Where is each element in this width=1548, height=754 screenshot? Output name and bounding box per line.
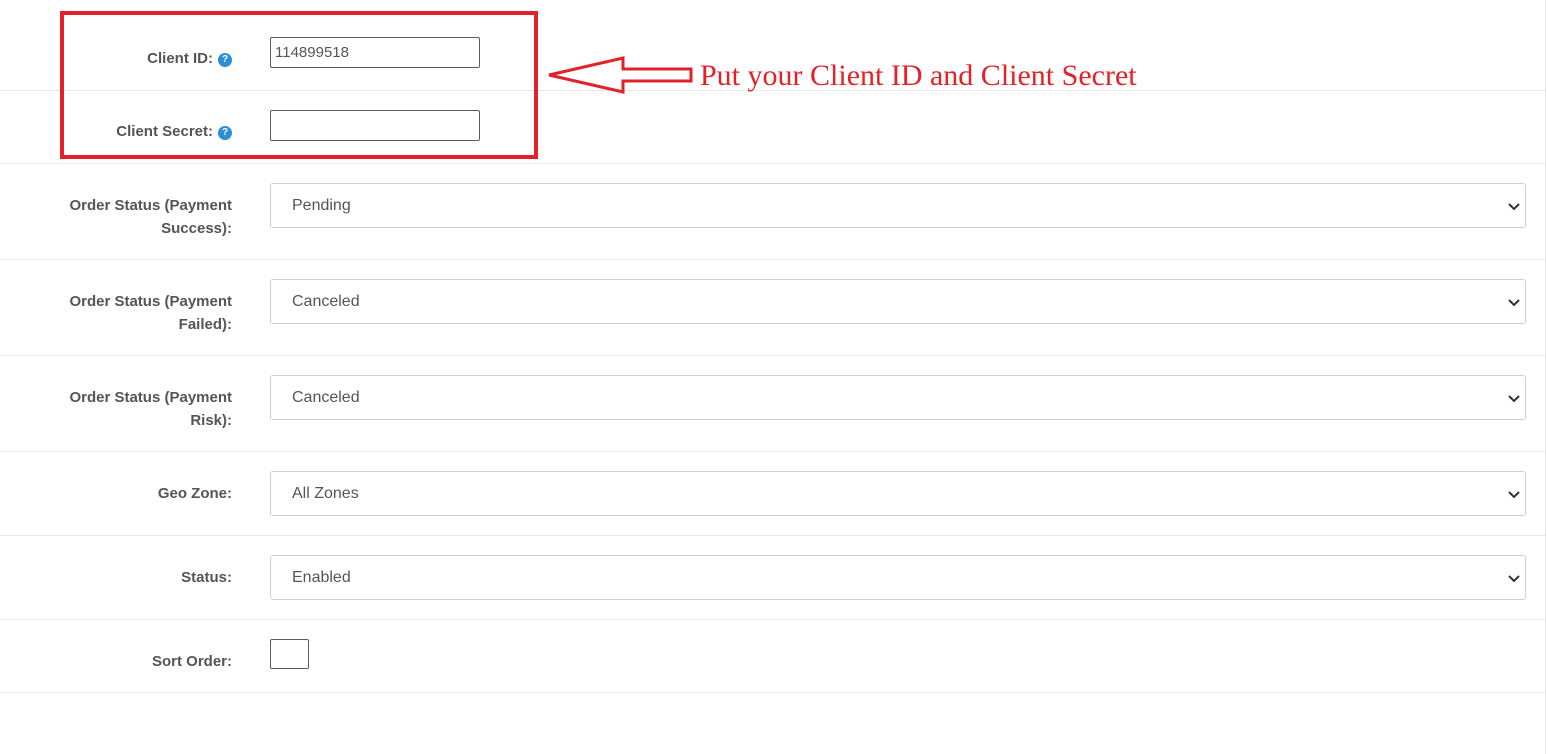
geo-zone-select[interactable]: All Zones	[270, 471, 1526, 516]
sort-order-label: Sort Order:	[151, 653, 232, 670]
order-status-failed-select[interactable]: Canceled	[270, 279, 1526, 324]
arrow-left-icon	[548, 56, 693, 94]
row-divider	[0, 451, 1545, 452]
row-divider	[0, 355, 1545, 356]
row-divider	[0, 692, 1545, 693]
order-status-success-select[interactable]: Pending	[270, 183, 1526, 228]
geo-zone-label: Geo Zone:	[157, 485, 232, 502]
chevron-down-icon	[1508, 299, 1520, 307]
chevron-down-icon	[1508, 575, 1520, 583]
order-status-failed-label: Order Status (Payment Failed):	[69, 293, 232, 333]
sort-order-input[interactable]	[270, 639, 309, 669]
order-status-risk-label: Order Status (Payment Risk):	[69, 389, 232, 429]
status-select[interactable]: Enabled	[270, 555, 1526, 600]
panel-right-border	[1545, 0, 1546, 754]
chevron-down-icon	[1508, 491, 1520, 499]
chevron-down-icon	[1508, 203, 1520, 211]
annotation-text: Put your Client ID and Client Secret	[700, 59, 1137, 92]
row-divider	[0, 259, 1545, 260]
chevron-down-icon	[1508, 395, 1520, 403]
row-divider	[0, 535, 1545, 536]
status-label: Status:	[181, 569, 232, 586]
order-status-success-label: Order Status (Payment Success):	[69, 197, 232, 237]
row-divider	[0, 619, 1545, 620]
annotation-highlight-box	[60, 11, 538, 159]
row-divider	[0, 163, 1545, 164]
order-status-risk-select[interactable]: Canceled	[270, 375, 1526, 420]
